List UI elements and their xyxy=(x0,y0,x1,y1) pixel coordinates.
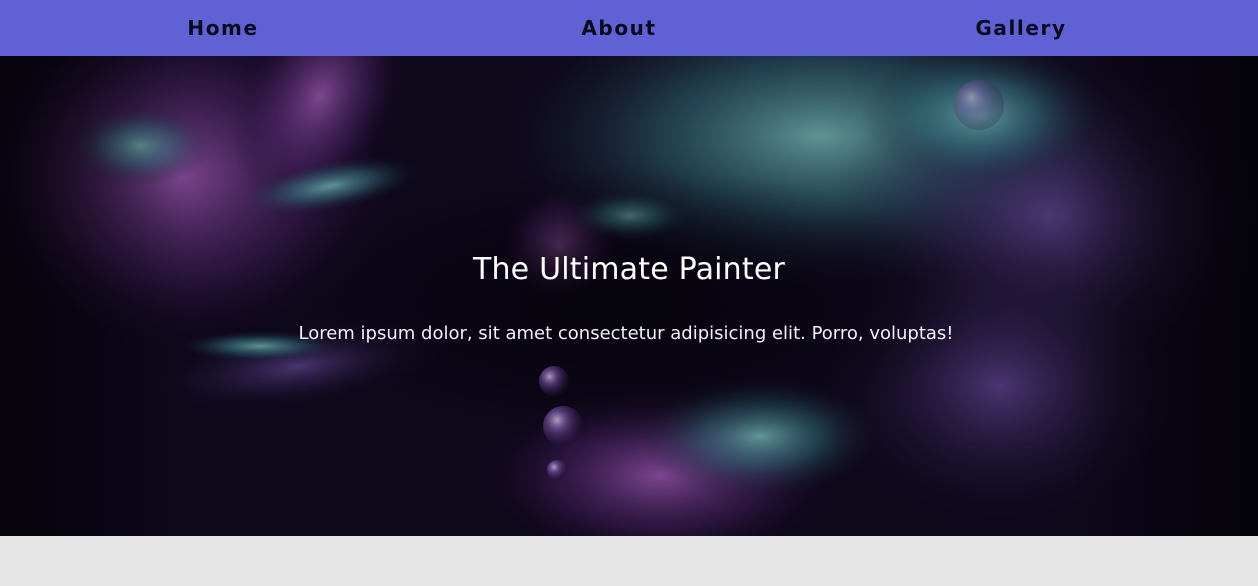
navbar: Home About Gallery xyxy=(0,0,1258,56)
hero-description: Lorem ipsum dolor, sit amet consectetur … xyxy=(298,323,954,344)
hero-banner: The Ultimate Painter Lorem ipsum dolor, … xyxy=(0,56,1258,536)
hero-title: The Ultimate Painter xyxy=(472,252,786,287)
nav-link-home[interactable]: Home xyxy=(187,0,258,56)
nav-link-gallery[interactable]: Gallery xyxy=(975,0,1066,56)
hero-background-image xyxy=(0,56,1258,536)
nav-link-about[interactable]: About xyxy=(581,0,656,56)
